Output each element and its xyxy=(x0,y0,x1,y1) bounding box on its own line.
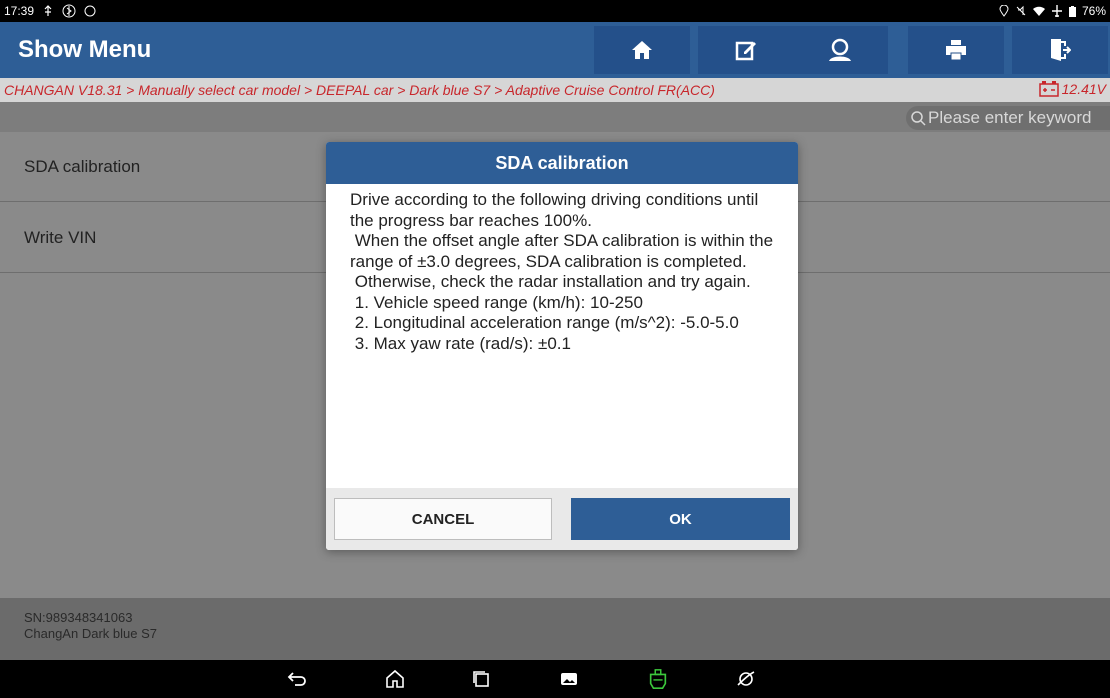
user-button[interactable] xyxy=(792,26,888,74)
dialog-title: SDA calibration xyxy=(326,142,798,184)
home-icon xyxy=(632,41,652,59)
edit-icon xyxy=(735,41,756,61)
page-title: Show Menu xyxy=(18,36,152,63)
battery-icon xyxy=(1068,5,1076,17)
voltage-value: 12.41V xyxy=(1061,81,1106,97)
chat-icon xyxy=(84,5,96,17)
vci-button[interactable] xyxy=(647,668,669,690)
breadcrumb-path: CHANGAN V18.31 > Manually select car mod… xyxy=(4,82,715,98)
list-item-label: Write VIN xyxy=(24,227,97,247)
battery-level: 76% xyxy=(1081,4,1106,18)
home-button[interactable] xyxy=(594,26,690,74)
mute-icon xyxy=(1016,5,1026,16)
exit-icon xyxy=(1051,39,1071,61)
voltage-indicator: 12.41V xyxy=(1038,81,1106,97)
back-icon xyxy=(287,672,306,686)
screenshot-button[interactable] xyxy=(558,668,580,690)
serial-number: SN:989348341063 xyxy=(24,610,133,625)
search-bar: Please enter keyword xyxy=(0,102,1110,132)
wifi-icon xyxy=(1032,6,1045,16)
sda-calibration-dialog: SDA calibration Drive according to the f… xyxy=(326,142,798,550)
recents-button[interactable] xyxy=(470,668,492,690)
exit-button[interactable] xyxy=(1012,26,1108,74)
print-icon xyxy=(946,40,966,61)
search-input[interactable]: Please enter keyword xyxy=(906,106,1110,130)
search-icon xyxy=(911,111,926,126)
edit-button[interactable] xyxy=(698,26,794,74)
cancel-button[interactable]: CANCEL xyxy=(334,498,552,540)
top-toolbar: Show Menu xyxy=(0,22,1110,78)
dialog-message-text: Drive according to the following driving… xyxy=(350,190,774,353)
status-bar: 17:39 76% xyxy=(0,0,1110,22)
bluetooth-icon xyxy=(62,4,76,18)
home-nav-button[interactable] xyxy=(384,668,406,690)
ok-button[interactable]: OK xyxy=(571,498,790,540)
status-time: 17:39 xyxy=(4,4,35,18)
dialog-message: Drive according to the following driving… xyxy=(350,190,782,354)
vci-icon xyxy=(649,669,667,689)
vehicle-info-footer: SN:989348341063 ChangAn Dark blue S7 xyxy=(0,598,1110,660)
breadcrumb: CHANGAN V18.31 > Manually select car mod… xyxy=(0,78,1110,102)
list-item-label: SDA calibration xyxy=(24,156,141,176)
vehicle-name: ChangAn Dark blue S7 xyxy=(24,626,157,641)
car-battery-icon xyxy=(1038,81,1059,97)
navigation-bar xyxy=(0,660,1110,698)
planet-icon xyxy=(737,671,755,686)
search-placeholder: Please enter keyword xyxy=(928,108,1092,127)
location-icon xyxy=(999,5,1009,17)
airplane-icon xyxy=(1051,5,1062,17)
dialog-footer: CANCEL OK xyxy=(326,488,798,550)
usb-icon xyxy=(44,5,52,16)
recents-icon xyxy=(473,671,489,687)
user-icon xyxy=(829,38,851,61)
print-button[interactable] xyxy=(908,26,1004,74)
image-icon xyxy=(561,673,577,685)
back-button[interactable] xyxy=(286,668,308,690)
browser-button[interactable] xyxy=(735,668,757,690)
home-nav-icon xyxy=(386,669,404,688)
